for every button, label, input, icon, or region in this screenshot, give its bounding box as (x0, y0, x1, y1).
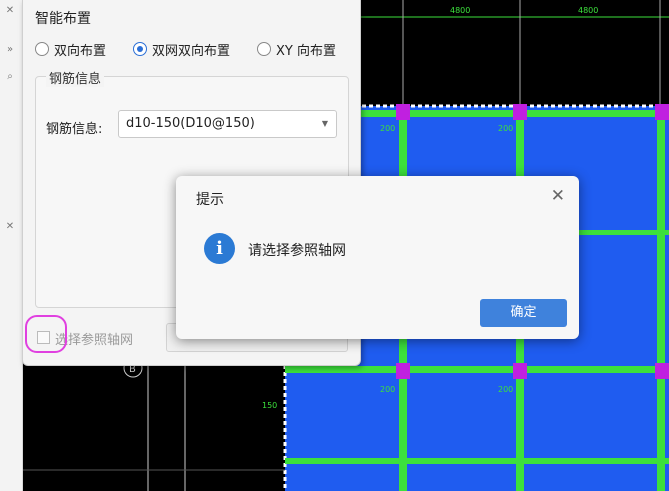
column-label: 200 (498, 385, 513, 394)
ok-button[interactable]: 确定 (480, 299, 567, 327)
expand-icon[interactable]: » (3, 43, 17, 57)
dialog-title: 提示 (196, 192, 224, 208)
rebar-label: 钢筋信息: (46, 122, 103, 137)
annotation-highlight (25, 315, 67, 353)
close-icon[interactable]: ✕ (3, 4, 17, 18)
dimension-label-left: 4800 (450, 6, 470, 15)
column (655, 104, 669, 120)
panel-title: 智能布置 (35, 11, 91, 27)
chevron-down-icon: ▼ (321, 119, 328, 128)
rebar-select[interactable]: d10-150(D10@150) ▼ (118, 110, 337, 138)
prompt-dialog: 提示 ✕ i 请选择参照轴网 确定 (176, 176, 579, 339)
radio-bidirectional[interactable]: 双向布置 (35, 40, 107, 59)
radio-button[interactable] (35, 42, 49, 56)
column-label: 200 (498, 124, 513, 133)
radio-button[interactable] (257, 42, 271, 56)
radio-double-mesh[interactable]: 双网双向布置 (133, 40, 231, 59)
column-label: 200 (380, 124, 395, 133)
close-icon[interactable]: ✕ (3, 220, 17, 234)
column (513, 104, 527, 120)
column-label: 200 (380, 385, 395, 394)
radio-label: 双向布置 (54, 43, 107, 59)
radio-button-selected[interactable] (133, 42, 147, 56)
dimension-label-right: 4800 (578, 6, 598, 15)
close-icon[interactable]: ✕ (551, 186, 565, 206)
slab-label: 150 (262, 401, 277, 410)
rebar-select-value: d10-150(D10@150) (126, 116, 255, 131)
group-title: 钢筋信息 (46, 68, 105, 87)
column (655, 363, 669, 379)
column (396, 104, 410, 120)
column (513, 363, 527, 379)
radio-xy[interactable]: XY 向布置 (257, 40, 336, 59)
column (396, 363, 410, 379)
radio-label: XY 向布置 (276, 43, 336, 59)
info-icon: i (204, 233, 235, 264)
host-side-strip: ✕ » ⌕ ✕ (0, 0, 23, 491)
dialog-message: 请选择参照轴网 (248, 243, 346, 259)
search-icon[interactable]: ⌕ (3, 70, 17, 84)
radio-label: 双网双向布置 (152, 43, 231, 59)
